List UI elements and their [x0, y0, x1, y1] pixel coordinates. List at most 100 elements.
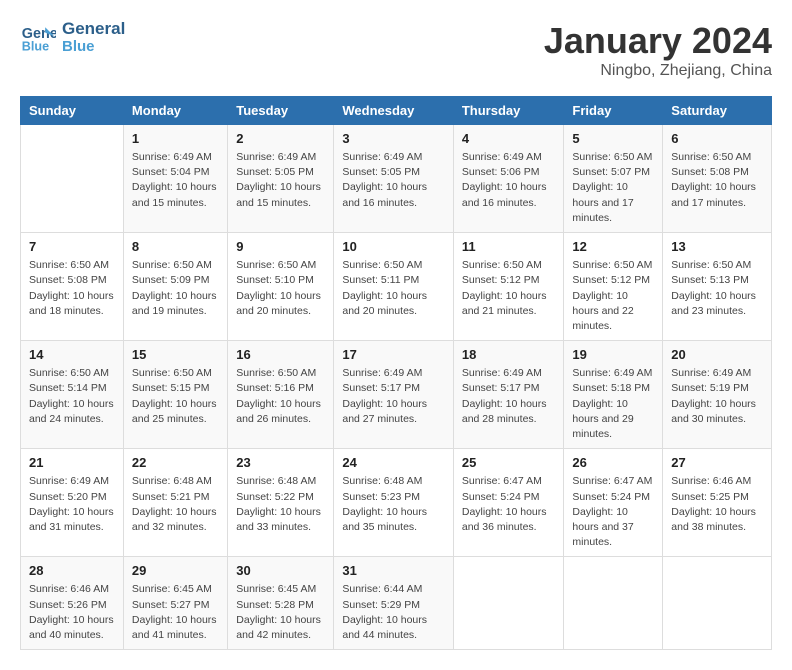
day-number: 14: [29, 347, 115, 362]
day-info: Sunrise: 6:50 AMSunset: 5:16 PMDaylight:…: [236, 366, 325, 427]
day-number: 29: [132, 563, 219, 578]
calendar-cell: 27Sunrise: 6:46 AMSunset: 5:25 PMDayligh…: [663, 449, 772, 557]
calendar-cell: 1 Sunrise: 6:49 AMSunset: 5:04 PMDaylight…: [123, 125, 227, 233]
day-info: Sunrise: 6:49 AMSunset: 5:17 PMDaylight:…: [342, 366, 445, 427]
day-number: 25: [462, 455, 556, 470]
day-info: Sunrise: 6:50 AMSunset: 5:15 PMDaylight:…: [132, 366, 219, 427]
day-info: Sunrise: 6:47 AMSunset: 5:24 PMDaylight:…: [572, 474, 654, 550]
calendar-cell: 24 Sunrise: 6:48 AMSunset: 5:23 PMDayligh…: [334, 449, 454, 557]
calendar-cell: 2 Sunrise: 6:49 AMSunset: 5:05 PMDaylight…: [228, 125, 334, 233]
day-number: 18: [462, 347, 556, 362]
header-friday: Friday: [564, 97, 663, 125]
day-number: 4: [462, 131, 556, 146]
day-info: Sunrise: 6:49 AMSunset: 5:06 PMDaylight:…: [462, 150, 556, 211]
day-info: Sunrise: 6:50 AMSunset: 5:12 PMDaylight:…: [572, 258, 654, 334]
calendar-cell: [21, 125, 124, 233]
day-info: Sunrise: 6:45 AMSunset: 5:28 PMDaylight:…: [236, 582, 325, 643]
calendar-table: SundayMondayTuesdayWednesdayThursdayFrid…: [20, 96, 772, 650]
day-info: Sunrise: 6:48 AMSunset: 5:23 PMDaylight:…: [342, 474, 445, 535]
day-number: 27: [671, 455, 763, 470]
day-info: Sunrise: 6:46 AMSunset: 5:26 PMDaylight:…: [29, 582, 115, 643]
day-info: Sunrise: 6:48 AMSunset: 5:22 PMDaylight:…: [236, 474, 325, 535]
day-info: Sunrise: 6:49 AMSunset: 5:04 PMDaylight:…: [132, 150, 219, 211]
day-number: 31: [342, 563, 445, 578]
calendar-cell: 21Sunrise: 6:49 AMSunset: 5:20 PMDayligh…: [21, 449, 124, 557]
calendar-cell: [564, 557, 663, 650]
calendar-cell: 16 Sunrise: 6:50 AMSunset: 5:16 PMDayligh…: [228, 341, 334, 449]
calendar-cell: 13 Sunrise: 6:50 AMSunset: 5:13 PMDayligh…: [663, 233, 772, 341]
day-number: 26: [572, 455, 654, 470]
day-number: 30: [236, 563, 325, 578]
header-monday: Monday: [123, 97, 227, 125]
calendar-cell: 15 Sunrise: 6:50 AMSunset: 5:15 PMDayligh…: [123, 341, 227, 449]
day-info: Sunrise: 6:50 AMSunset: 5:13 PMDaylight:…: [671, 258, 763, 319]
day-number: 15: [132, 347, 219, 362]
header-saturday: Saturday: [663, 97, 772, 125]
day-info: Sunrise: 6:50 AMSunset: 5:12 PMDaylight:…: [462, 258, 556, 319]
calendar-header-row: SundayMondayTuesdayWednesdayThursdayFrid…: [21, 97, 772, 125]
day-number: 1: [132, 131, 219, 146]
calendar-cell: [663, 557, 772, 650]
calendar-cell: 3 Sunrise: 6:49 AMSunset: 5:05 PMDaylight…: [334, 125, 454, 233]
day-number: 7: [29, 239, 115, 254]
day-info: Sunrise: 6:47 AMSunset: 5:24 PMDaylight:…: [462, 474, 556, 535]
subtitle: Ningbo, Zhejiang, China: [544, 62, 772, 80]
calendar-cell: 29 Sunrise: 6:45 AMSunset: 5:27 PMDayligh…: [123, 557, 227, 650]
day-info: Sunrise: 6:44 AMSunset: 5:29 PMDaylight:…: [342, 582, 445, 643]
day-number: 16: [236, 347, 325, 362]
calendar-cell: 11 Sunrise: 6:50 AMSunset: 5:12 PMDayligh…: [453, 233, 564, 341]
calendar-cell: 4 Sunrise: 6:49 AMSunset: 5:06 PMDaylight…: [453, 125, 564, 233]
calendar-cell: 22 Sunrise: 6:48 AMSunset: 5:21 PMDayligh…: [123, 449, 227, 557]
day-number: 11: [462, 239, 556, 254]
day-number: 21: [29, 455, 115, 470]
header-thursday: Thursday: [453, 97, 564, 125]
day-number: 24: [342, 455, 445, 470]
day-info: Sunrise: 6:49 AMSunset: 5:18 PMDaylight:…: [572, 366, 654, 442]
svg-text:Blue: Blue: [22, 40, 49, 54]
day-info: Sunrise: 6:49 AMSunset: 5:19 PMDaylight:…: [671, 366, 763, 427]
calendar-cell: 5 Sunrise: 6:50 AMSunset: 5:07 PMDaylight…: [564, 125, 663, 233]
logo: General Blue General Blue: [20, 20, 125, 56]
main-title: January 2024: [544, 20, 772, 62]
day-number: 5: [572, 131, 654, 146]
day-number: 22: [132, 455, 219, 470]
header-wednesday: Wednesday: [334, 97, 454, 125]
day-info: Sunrise: 6:49 AMSunset: 5:17 PMDaylight:…: [462, 366, 556, 427]
day-info: Sunrise: 6:50 AMSunset: 5:07 PMDaylight:…: [572, 150, 654, 226]
day-number: 19: [572, 347, 654, 362]
logo-icon: General Blue: [20, 20, 56, 56]
day-number: 12: [572, 239, 654, 254]
calendar-cell: 10Sunrise: 6:50 AMSunset: 5:11 PMDayligh…: [334, 233, 454, 341]
calendar-cell: [453, 557, 564, 650]
day-info: Sunrise: 6:45 AMSunset: 5:27 PMDaylight:…: [132, 582, 219, 643]
day-info: Sunrise: 6:50 AMSunset: 5:08 PMDaylight:…: [671, 150, 763, 211]
calendar-cell: 30 Sunrise: 6:45 AMSunset: 5:28 PMDayligh…: [228, 557, 334, 650]
calendar-cell: 7 Sunrise: 6:50 AMSunset: 5:08 PMDaylight…: [21, 233, 124, 341]
header-tuesday: Tuesday: [228, 97, 334, 125]
day-info: Sunrise: 6:50 AMSunset: 5:08 PMDaylight:…: [29, 258, 115, 319]
calendar-cell: 9Sunrise: 6:50 AMSunset: 5:10 PMDaylight…: [228, 233, 334, 341]
day-number: 20: [671, 347, 763, 362]
week-row-0: 1 Sunrise: 6:49 AMSunset: 5:04 PMDaylight…: [21, 125, 772, 233]
day-info: Sunrise: 6:49 AMSunset: 5:05 PMDaylight:…: [342, 150, 445, 211]
calendar-cell: 19 Sunrise: 6:49 AMSunset: 5:18 PMDayligh…: [564, 341, 663, 449]
day-number: 6: [671, 131, 763, 146]
calendar-cell: 28Sunrise: 6:46 AMSunset: 5:26 PMDayligh…: [21, 557, 124, 650]
week-row-3: 21Sunrise: 6:49 AMSunset: 5:20 PMDayligh…: [21, 449, 772, 557]
title-area: January 2024 Ningbo, Zhejiang, China: [544, 20, 772, 80]
day-number: 2: [236, 131, 325, 146]
day-number: 10: [342, 239, 445, 254]
logo-blue: Blue: [62, 39, 125, 56]
day-info: Sunrise: 6:50 AMSunset: 5:09 PMDaylight:…: [132, 258, 219, 319]
week-row-2: 14 Sunrise: 6:50 AMSunset: 5:14 PMDayligh…: [21, 341, 772, 449]
day-info: Sunrise: 6:48 AMSunset: 5:21 PMDaylight:…: [132, 474, 219, 535]
calendar-cell: 12 Sunrise: 6:50 AMSunset: 5:12 PMDayligh…: [564, 233, 663, 341]
logo-general: General: [62, 20, 125, 39]
day-number: 13: [671, 239, 763, 254]
day-number: 23: [236, 455, 325, 470]
calendar-cell: 20 Sunrise: 6:49 AMSunset: 5:19 PMDayligh…: [663, 341, 772, 449]
day-info: Sunrise: 6:50 AMSunset: 5:14 PMDaylight:…: [29, 366, 115, 427]
day-number: 3: [342, 131, 445, 146]
day-info: Sunrise: 6:49 AMSunset: 5:05 PMDaylight:…: [236, 150, 325, 211]
day-number: 8: [132, 239, 219, 254]
